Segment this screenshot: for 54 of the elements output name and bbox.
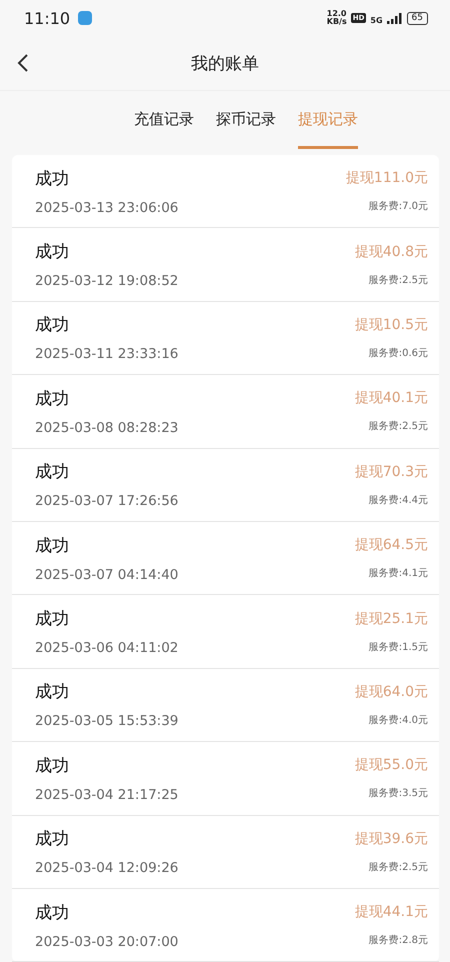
withdraw-amount: 提现10.5元 [354,316,428,334]
tab[interactable]: 探币记录 [216,91,276,149]
withdraw-amount: 提现64.5元 [354,536,428,554]
record-time: 2025-03-03 20:07:00 [35,934,178,950]
record-time: 2025-03-12 19:08:52 [35,273,178,290]
record-status: 成功 [35,534,70,557]
record-time: 2025-03-07 04:14:40 [35,566,178,583]
service-fee: 服务费:2.5元 [368,860,428,874]
battery-indicator: 65 [406,12,428,24]
record-time: 2025-03-04 12:09:26 [35,860,178,876]
app-notification-icon [78,11,92,25]
withdraw-amount: 提现44.1元 [354,903,428,922]
record-status: 成功 [35,314,70,336]
service-fee: 服务费:1.5元 [368,640,428,654]
service-fee: 服务费:4.1元 [368,566,428,580]
record-time: 2025-03-08 08:28:23 [35,420,178,436]
service-fee: 服务费:7.0元 [368,200,428,214]
record-time: 2025-03-04 21:17:25 [35,786,178,803]
record-time: 2025-03-05 15:53:39 [35,713,178,730]
record-time: 2025-03-06 04:11:02 [35,640,178,656]
withdraw-amount: 提现70.3元 [354,462,428,481]
service-fee: 服务费:2.8元 [368,934,428,948]
record-time: 2025-03-11 23:33:16 [35,346,178,362]
withdraw-amount: 提现40.8元 [354,242,428,261]
withdraw-amount: 提现25.1元 [354,610,428,628]
service-fee: 服务费:0.6元 [368,346,428,360]
record-status: 成功 [35,461,70,484]
record-status: 成功 [35,168,70,190]
service-fee: 服务费:3.5元 [368,786,428,800]
service-fee: 服务费:2.5元 [368,274,428,287]
record-status: 成功 [35,754,70,777]
service-fee: 服务费:4.4元 [368,494,428,507]
record-status: 成功 [35,681,70,704]
status-time: 11:10 [24,8,70,28]
page-title: 我的账单 [191,52,259,74]
tab[interactable]: 充值记录 [134,91,194,149]
record-status: 成功 [35,902,70,924]
record-status: 成功 [35,388,70,410]
service-fee: 服务费:2.5元 [368,420,428,434]
record-status: 成功 [35,241,70,264]
withdraw-amount: 提现39.6元 [354,830,428,848]
withdraw-amount: 提现55.0元 [354,756,428,774]
record-time: 2025-03-13 23:06:06 [35,200,178,216]
record-status: 成功 [35,828,70,850]
withdraw-amount: 提现111.0元 [346,169,428,188]
record-time: 2025-03-07 17:26:56 [35,493,178,510]
network-speed: 12.0 KB/s [326,10,347,26]
network-type: 5G [370,16,383,25]
back-icon[interactable] [17,53,29,73]
service-fee: 服务费:4.0元 [368,714,428,727]
withdraw-amount: 提现64.0元 [354,682,428,701]
withdraw-amount: 提现40.1元 [354,389,428,408]
record-status: 成功 [35,608,70,630]
signal-icon [386,12,403,24]
